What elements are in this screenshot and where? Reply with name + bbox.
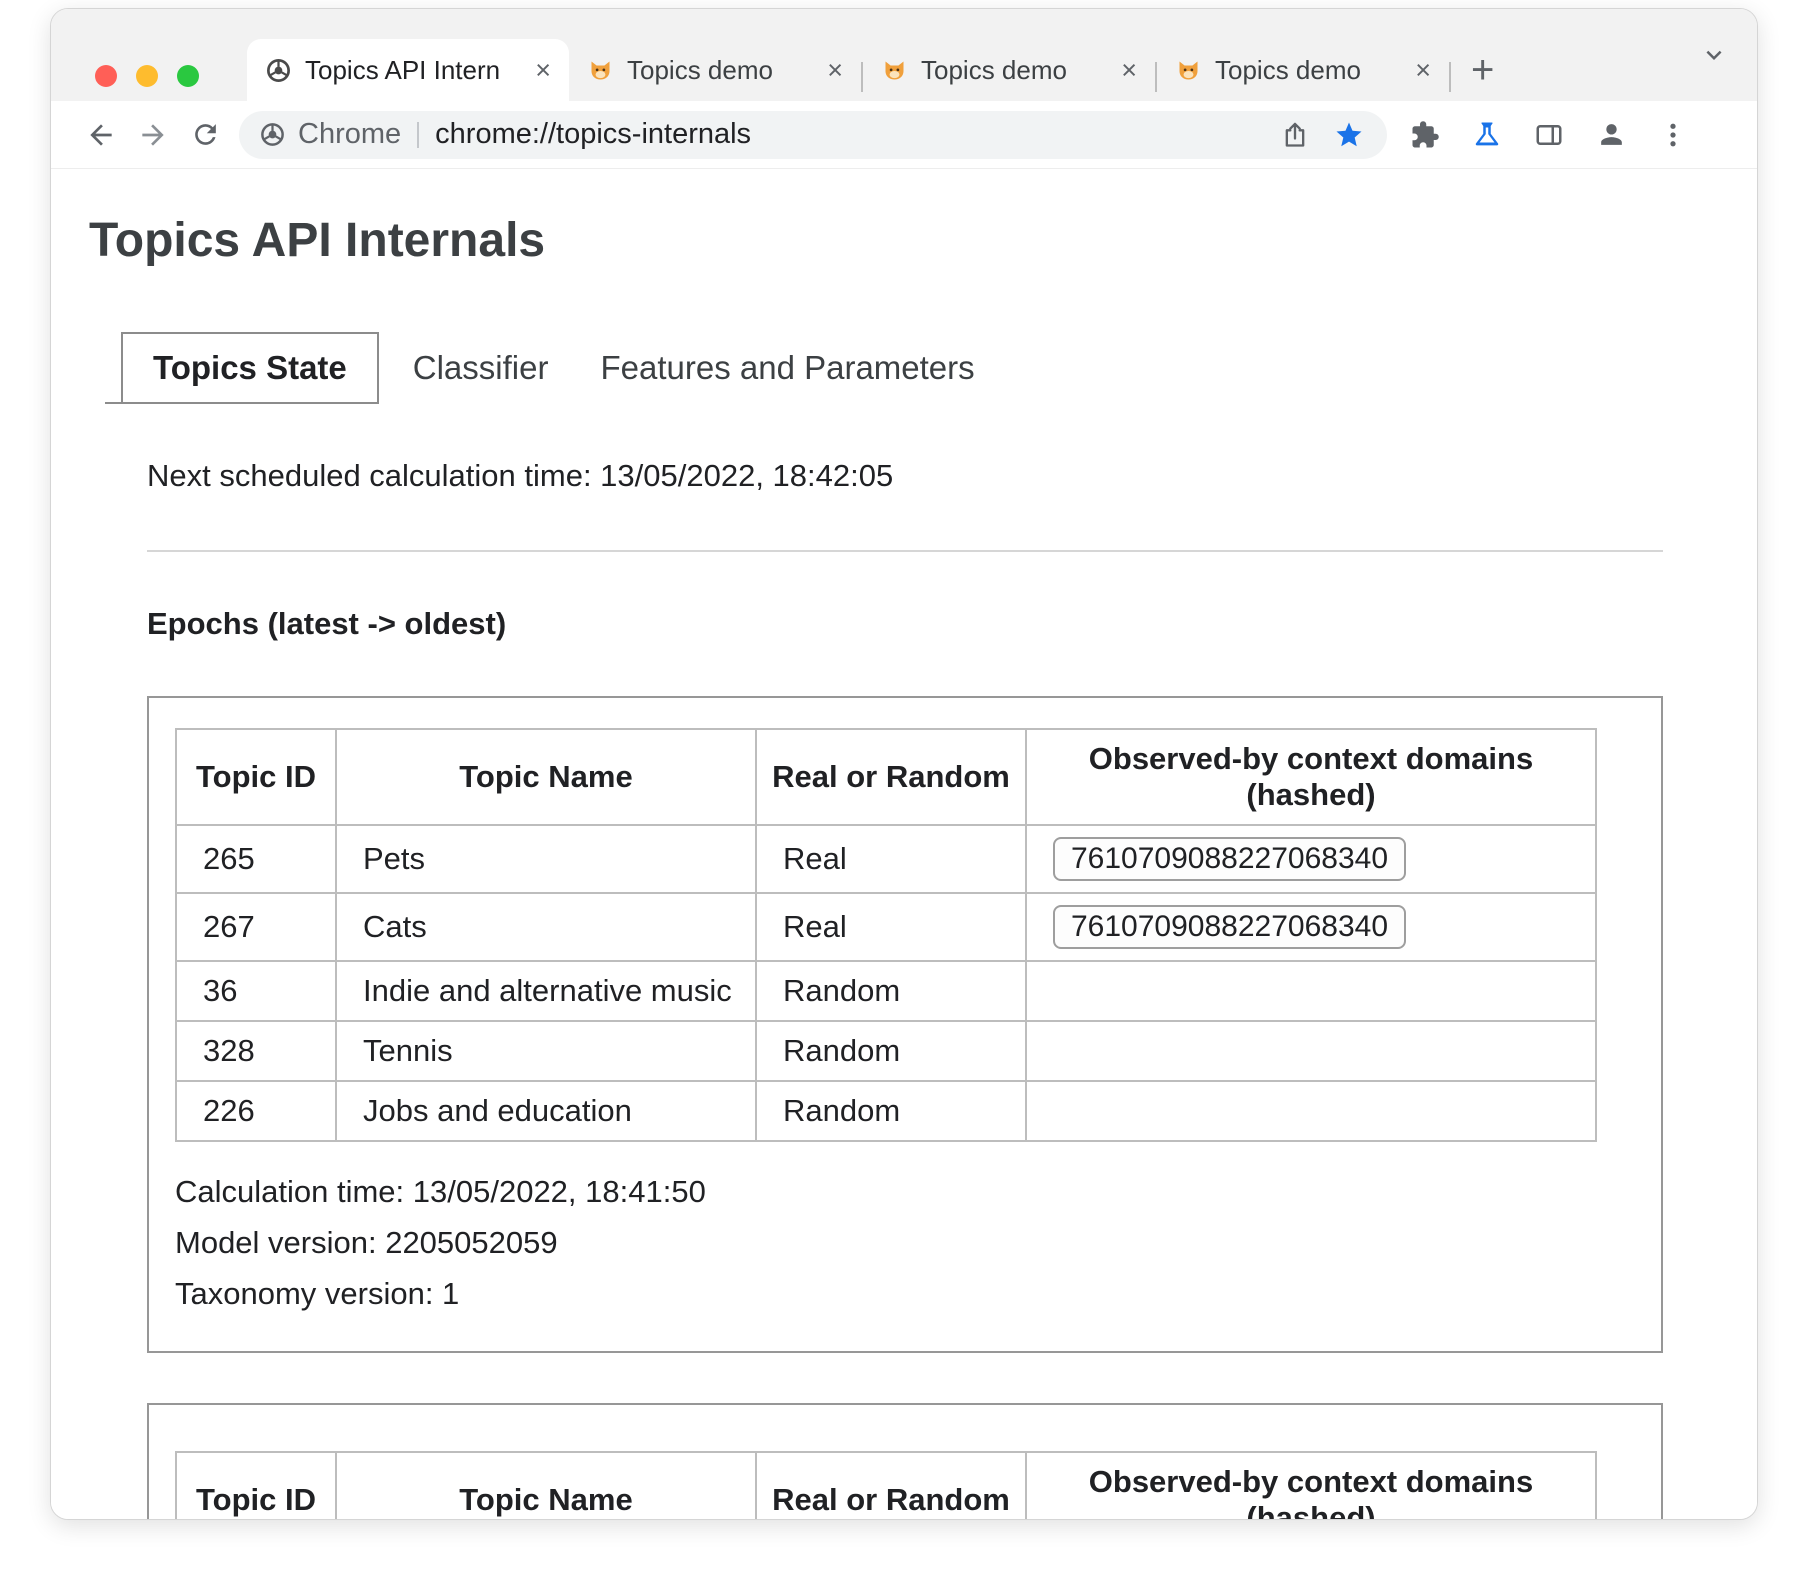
col-header-real-or-random: Real or Random bbox=[756, 1452, 1026, 1519]
cell-real-or-random: Real bbox=[756, 893, 1026, 961]
taxonomy-version: Taxonomy version: 1 bbox=[175, 1276, 1635, 1312]
cell-real-or-random: Random bbox=[756, 961, 1026, 1021]
tab-close-icon[interactable]: × bbox=[827, 55, 843, 86]
epoch-panel-2: Topic ID Topic Name Real or Random Obser… bbox=[147, 1403, 1663, 1519]
side-panel-icon[interactable] bbox=[1525, 111, 1573, 159]
tab-title: Topics demo bbox=[627, 55, 817, 86]
cell-domains: 7610709088227068340 bbox=[1026, 825, 1596, 893]
page-content: Topics API Internals Topics State Classi… bbox=[51, 169, 1757, 1519]
model-version: Model version: 2205052059 bbox=[175, 1225, 1635, 1261]
cell-topic-name: Jobs and education bbox=[336, 1081, 756, 1141]
table-header-row: Topic ID Topic Name Real or Random Obser… bbox=[176, 729, 1596, 825]
tab-separator bbox=[1449, 62, 1451, 92]
table-row: 265 Pets Real 7610709088227068340 bbox=[176, 825, 1596, 893]
tab-features-and-parameters[interactable]: Features and Parameters bbox=[600, 334, 974, 404]
cell-domains: 7610709088227068340 bbox=[1026, 893, 1596, 961]
window-controls bbox=[95, 65, 199, 87]
cell-topic-name: Indie and alternative music bbox=[336, 961, 756, 1021]
col-header-observed-domains: Observed-by context domains (hashed) bbox=[1026, 1452, 1596, 1519]
menu-dots-icon[interactable] bbox=[1649, 111, 1697, 159]
chrome-favicon-icon bbox=[265, 57, 292, 84]
browser-window: Topics API Intern × Topics demo × bbox=[50, 8, 1758, 1520]
extensions-puzzle-icon[interactable] bbox=[1401, 111, 1449, 159]
cell-topic-id: 226 bbox=[176, 1081, 336, 1141]
col-header-topic-id: Topic ID bbox=[176, 729, 336, 825]
section-divider bbox=[147, 550, 1663, 552]
tab-search-chevron-icon[interactable] bbox=[1699, 40, 1729, 70]
tab-close-icon[interactable]: × bbox=[1415, 55, 1431, 86]
col-header-real-or-random: Real or Random bbox=[756, 729, 1026, 825]
cell-topic-id: 265 bbox=[176, 825, 336, 893]
next-calculation-time: Next scheduled calculation time: 13/05/2… bbox=[147, 458, 1663, 494]
new-tab-button[interactable]: + bbox=[1471, 39, 1494, 101]
cell-topic-name: Pets bbox=[336, 825, 756, 893]
toolbar-actions bbox=[1401, 111, 1697, 159]
col-header-topic-name: Topic Name bbox=[336, 1452, 756, 1519]
labs-flask-icon[interactable] bbox=[1463, 111, 1511, 159]
cell-domains bbox=[1026, 1081, 1596, 1141]
table-row: 328 Tennis Random bbox=[176, 1021, 1596, 1081]
cell-real-or-random: Random bbox=[756, 1021, 1026, 1081]
window-close-button[interactable] bbox=[95, 65, 117, 87]
url-text[interactable]: chrome://topics-internals bbox=[435, 118, 1263, 151]
col-header-observed-domains: Observed-by context domains (hashed) bbox=[1026, 729, 1596, 825]
bookmark-star-icon[interactable] bbox=[1325, 111, 1373, 159]
omnibox-divider bbox=[417, 122, 419, 148]
cell-topic-name: Cats bbox=[336, 893, 756, 961]
cell-domains bbox=[1026, 1021, 1596, 1081]
tab-title: Topics demo bbox=[1215, 55, 1405, 86]
address-bar[interactable]: Chrome chrome://topics-internals bbox=[239, 111, 1387, 159]
profile-avatar-icon[interactable] bbox=[1587, 111, 1635, 159]
back-button[interactable] bbox=[75, 109, 127, 161]
cell-topic-id: 36 bbox=[176, 961, 336, 1021]
epoch-table-2: Topic ID Topic Name Real or Random Obser… bbox=[175, 1451, 1597, 1519]
cell-real-or-random: Real bbox=[756, 825, 1026, 893]
tab-close-icon[interactable]: × bbox=[1121, 55, 1137, 86]
epoch-table-1: Topic ID Topic Name Real or Random Obser… bbox=[175, 728, 1597, 1142]
page-tab-bar: Topics State Classifier Features and Par… bbox=[105, 332, 1709, 404]
tab-strip: Topics API Intern × Topics demo × bbox=[51, 9, 1757, 101]
window-zoom-button[interactable] bbox=[177, 65, 199, 87]
reload-button[interactable] bbox=[179, 109, 231, 161]
browser-tab-topics-demo-2[interactable]: Topics demo × bbox=[863, 39, 1155, 101]
tabs-area: Topics API Intern × Topics demo × bbox=[247, 39, 1494, 101]
cat-favicon-icon bbox=[1175, 57, 1202, 84]
browser-tab-topics-demo-3[interactable]: Topics demo × bbox=[1157, 39, 1449, 101]
tab-close-icon[interactable]: × bbox=[535, 55, 551, 86]
cat-favicon-icon bbox=[881, 57, 908, 84]
table-row: 267 Cats Real 7610709088227068340 bbox=[176, 893, 1596, 961]
search-engine-label: Chrome bbox=[298, 118, 401, 151]
browser-tab-topics-internals[interactable]: Topics API Intern × bbox=[247, 39, 569, 101]
cell-domains bbox=[1026, 961, 1596, 1021]
share-icon[interactable] bbox=[1271, 111, 1319, 159]
table-row: 226 Jobs and education Random bbox=[176, 1081, 1596, 1141]
domain-hash-chip[interactable]: 7610709088227068340 bbox=[1053, 837, 1406, 881]
tab-topics-state[interactable]: Topics State bbox=[121, 332, 379, 404]
table-row: 36 Indie and alternative music Random bbox=[176, 961, 1596, 1021]
chrome-logo-icon bbox=[259, 121, 286, 148]
browser-toolbar: Chrome chrome://topics-internals bbox=[51, 101, 1757, 169]
epochs-heading: Epochs (latest -> oldest) bbox=[147, 606, 1663, 642]
epoch-panel-1: Topic ID Topic Name Real or Random Obser… bbox=[147, 696, 1663, 1353]
cell-topic-id: 328 bbox=[176, 1021, 336, 1081]
tab-title: Topics API Intern bbox=[305, 55, 525, 86]
tab-title: Topics demo bbox=[921, 55, 1111, 86]
cell-topic-id: 267 bbox=[176, 893, 336, 961]
cell-topic-name: Tennis bbox=[336, 1021, 756, 1081]
domain-hash-chip[interactable]: 7610709088227068340 bbox=[1053, 905, 1406, 949]
epoch-metadata: Calculation time: 13/05/2022, 18:41:50 M… bbox=[175, 1174, 1635, 1312]
page-title: Topics API Internals bbox=[89, 213, 1709, 268]
cell-real-or-random: Random bbox=[756, 1081, 1026, 1141]
col-header-topic-id: Topic ID bbox=[176, 1452, 336, 1519]
col-header-topic-name: Topic Name bbox=[336, 729, 756, 825]
tab-classifier[interactable]: Classifier bbox=[413, 334, 549, 404]
browser-tab-topics-demo-1[interactable]: Topics demo × bbox=[569, 39, 861, 101]
window-minimize-button[interactable] bbox=[136, 65, 158, 87]
table-header-row: Topic ID Topic Name Real or Random Obser… bbox=[176, 1452, 1596, 1519]
forward-button[interactable] bbox=[127, 109, 179, 161]
calculation-time: Calculation time: 13/05/2022, 18:41:50 bbox=[175, 1174, 1635, 1210]
cat-favicon-icon bbox=[587, 57, 614, 84]
